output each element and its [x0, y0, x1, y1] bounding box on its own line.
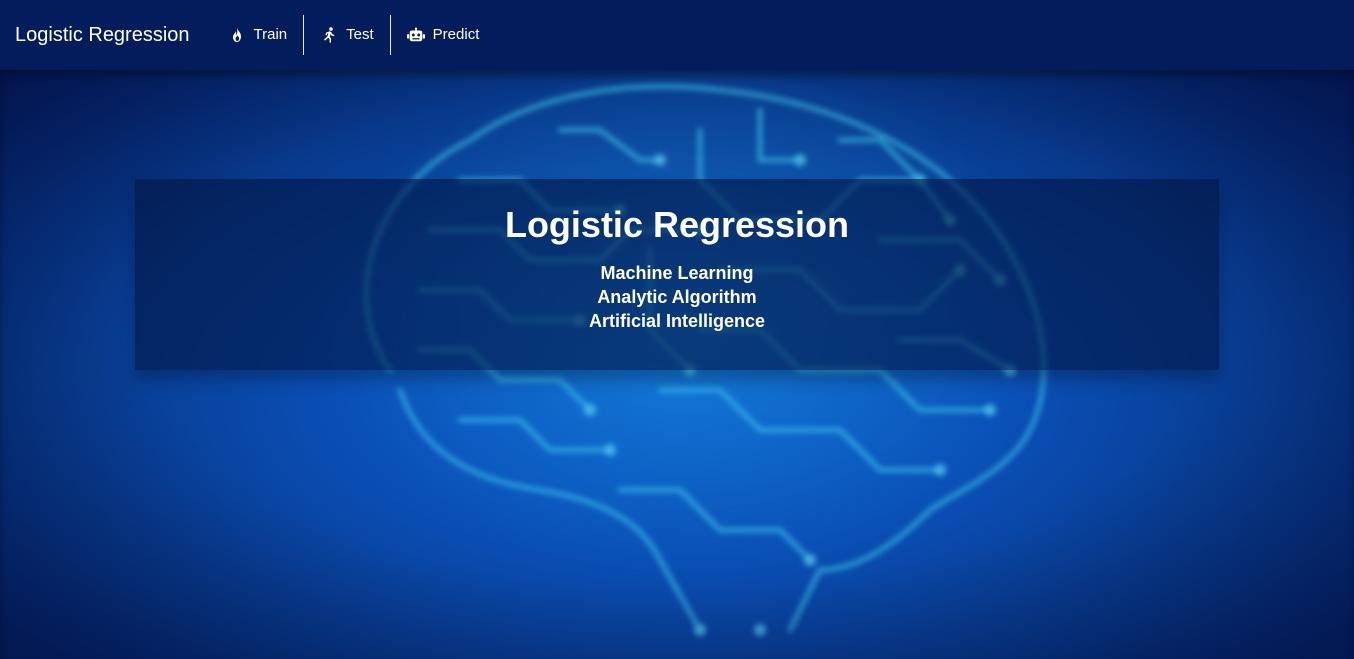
- hero-subtitle-list: Machine Learning Analytic Algorithm Arti…: [135, 261, 1219, 333]
- flame-icon: [228, 26, 246, 44]
- nav-item-train[interactable]: Train: [212, 15, 304, 55]
- robot-icon: [406, 26, 425, 44]
- hero-line-machine-learning: Machine Learning: [600, 263, 754, 283]
- top-navbar: Logistic Regression Train Test Predict: [0, 0, 1354, 70]
- nav-item-test[interactable]: Test: [303, 15, 390, 55]
- hero-section: Logistic Regression Machine Learning Ana…: [0, 70, 1354, 659]
- nav-item-predict-label: Predict: [432, 26, 480, 43]
- hero-banner: Logistic Regression Machine Learning Ana…: [135, 179, 1219, 370]
- navbar-brand[interactable]: Logistic Regression: [15, 24, 190, 47]
- nav-item-predict[interactable]: Predict: [389, 15, 496, 55]
- nav-item-train-label: Train: [253, 26, 288, 43]
- hero-line-artificial-intelligence: Artificial Intelligence: [588, 311, 766, 331]
- running-person-icon: [320, 26, 338, 44]
- hero-title: Logistic Regression: [504, 204, 850, 245]
- nav-item-test-label: Test: [346, 26, 374, 43]
- hero-line-analytic-algorithm: Analytic Algorithm: [597, 287, 757, 307]
